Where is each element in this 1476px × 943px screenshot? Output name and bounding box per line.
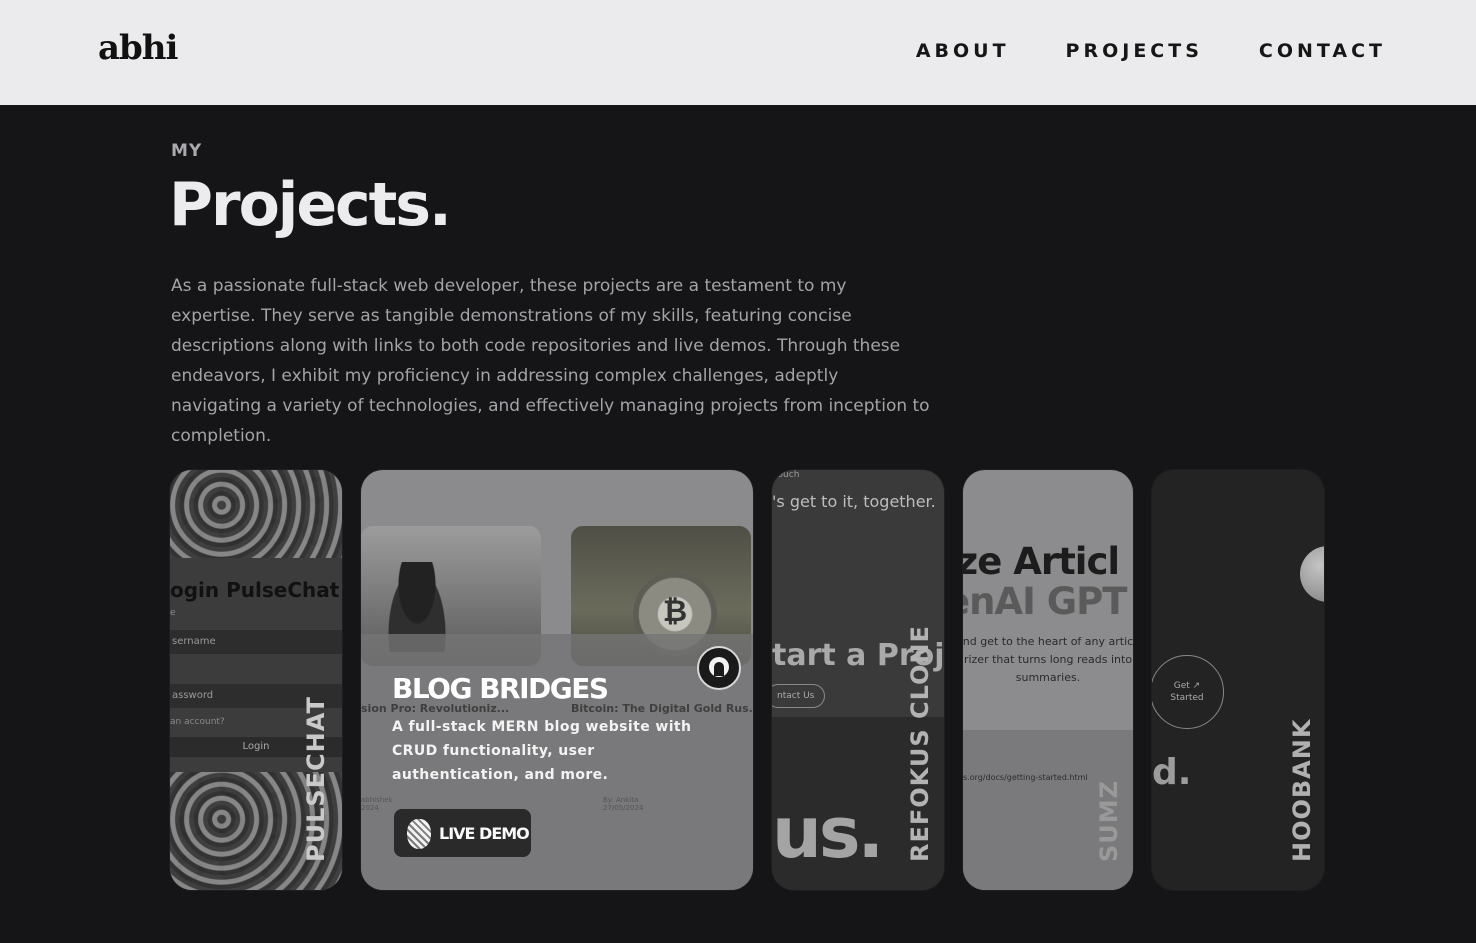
section-description: As a passionate full-stack web developer…	[171, 276, 930, 446]
preview-title-a: ogin	[170, 578, 227, 602]
project-label: HOOBANK	[1288, 718, 1316, 862]
preview-title-b: PulseChat	[226, 578, 340, 602]
preview-paragraph: nd get to the heart of any artic rizer t…	[963, 635, 1133, 684]
card-pattern	[170, 470, 342, 558]
live-demo-label: LIVE DEMO	[439, 824, 530, 843]
project-card-pulsechat[interactable]: ogin PulseChat e sername assword an acco…	[170, 470, 342, 890]
live-demo-button[interactable]: LIVE DEMO	[394, 809, 531, 857]
pineapple-icon	[407, 819, 431, 849]
nav-projects-link[interactable]: PROJECTS	[1066, 40, 1203, 62]
section-title: Projects.	[169, 170, 452, 240]
preview-url: s.org/docs/getting-started.html	[963, 773, 1088, 782]
project-name: BLOG BRIDGES	[392, 672, 609, 705]
project-card-sumz[interactable]: ize Articl enAI GPT nd get to the heart …	[963, 470, 1133, 890]
main-nav: ABOUT PROJECTS CONTACT	[916, 40, 1386, 62]
site-header: abhi ABOUT PROJECTS CONTACT	[0, 0, 1476, 105]
preview-hint: e	[170, 608, 176, 618]
section-eyebrow: MY	[171, 141, 203, 161]
project-label: REFOKUS CLONE	[906, 625, 934, 862]
bitcoin-glyph: ₿	[662, 594, 688, 629]
project-description: A full-stack MERN blog website with CRUD…	[392, 719, 692, 783]
preview-text: touch	[774, 470, 800, 480]
preview-text: 's get to it, together.	[772, 492, 936, 511]
nav-contact-link[interactable]: CONTACT	[1259, 40, 1386, 62]
preview-get-started: Get ↗ Started	[1152, 655, 1224, 729]
project-label: SUMZ	[1095, 779, 1123, 862]
preview-post-author: abhishek 2024	[361, 796, 393, 812]
preview-heading: ize Articl	[963, 540, 1120, 583]
preview-orb	[1300, 546, 1324, 602]
preview-big-text: us.	[772, 792, 884, 874]
project-label: PULSECHAT	[302, 696, 330, 862]
site-logo[interactable]: abhi	[98, 28, 178, 68]
github-icon[interactable]	[697, 646, 741, 690]
preview-username-field: sername	[170, 630, 342, 654]
project-card-refokus-clone[interactable]: touch 's get to it, together. tart a Pro…	[772, 470, 944, 890]
preview-text: d.	[1152, 752, 1192, 793]
preview-account-text: an account?	[170, 717, 225, 727]
nav-about-link[interactable]: ABOUT	[916, 40, 1010, 62]
preview-contact-pill: ntact Us	[772, 684, 826, 708]
preview-post-author: By: Ankita 27/05/2024	[603, 796, 644, 812]
preview-title: ogin PulseChat	[170, 578, 339, 602]
project-card-hoobank[interactable]: Get ↗ Started d. HOOBANK	[1152, 470, 1324, 890]
preview-heading: enAI GPT	[963, 580, 1127, 623]
project-card-blog-bridges[interactable]: ₿ sion Pro: Revolutioniz... Bitcoin: The…	[361, 470, 753, 890]
